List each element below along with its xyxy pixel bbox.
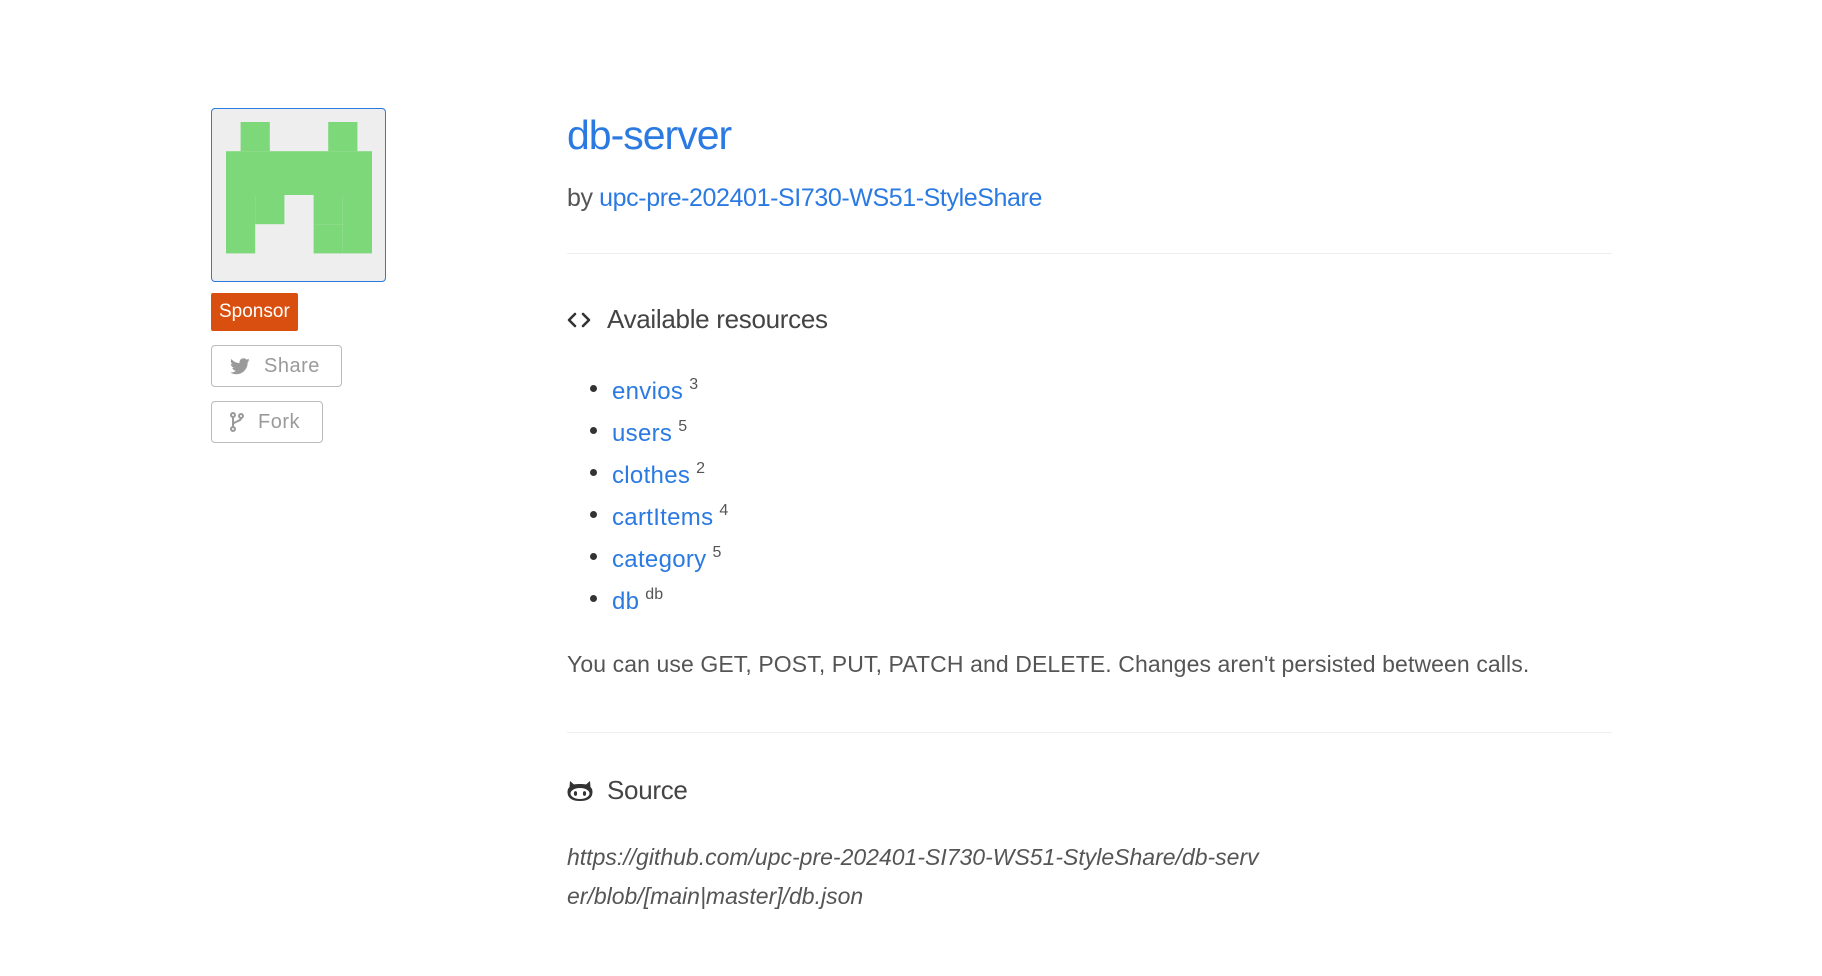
resource-count: db [645, 586, 664, 603]
divider [567, 732, 1612, 733]
resource-link-users[interactable]: users [612, 420, 672, 447]
source-heading: Source [567, 775, 1612, 806]
resource-link-cartitems[interactable]: cartItems [612, 504, 713, 531]
code-icon [567, 311, 593, 329]
resources-heading: Available resources [567, 304, 1612, 335]
fork-icon [230, 412, 244, 432]
avatar[interactable] [211, 108, 386, 282]
resource-count: 3 [689, 376, 699, 393]
fork-button[interactable]: Fork [211, 401, 323, 443]
main-content: db-server by upc-pre-202401-SI730-WS51-S… [567, 110, 1612, 916]
twitter-icon [230, 357, 250, 375]
author-link[interactable]: upc-pre-202401-SI730-WS51-StyleShare [599, 184, 1042, 212]
github-icon [567, 780, 593, 802]
source-url: https://github.com/upc-pre-202401-SI730-… [567, 844, 1259, 909]
usage-text: You can use GET, POST, PUT, PATCH and DE… [567, 651, 1530, 677]
resource-count: 2 [696, 460, 706, 477]
bullet [590, 427, 597, 434]
resource-count: 4 [719, 502, 729, 519]
divider [567, 253, 1612, 254]
resource-link-clothes[interactable]: clothes [612, 462, 690, 489]
byline-prefix: by [567, 184, 593, 212]
sidebar: Sponsor Share Fork [211, 108, 391, 443]
list-item: db db [567, 579, 1612, 621]
resource-count: 5 [678, 418, 688, 435]
resource-link-envios[interactable]: envios [612, 378, 683, 405]
list-item: category 5 [567, 537, 1612, 579]
page-title[interactable]: db-server [567, 110, 1612, 160]
bullet [590, 595, 597, 602]
resource-link-category[interactable]: category [612, 546, 706, 573]
resource-count: 5 [712, 544, 722, 561]
resource-link-db[interactable]: db [612, 588, 639, 615]
bullet [590, 553, 597, 560]
bullet [590, 385, 597, 392]
bullet [590, 469, 597, 476]
bullet [590, 511, 597, 518]
list-item: users 5 [567, 411, 1612, 453]
resource-list: envios 3 users 5 clothes 2 cartItems 4 categ… [567, 369, 1612, 621]
list-item: cartItems 4 [567, 495, 1612, 537]
share-button[interactable]: Share [211, 345, 342, 387]
share-label: Share [264, 354, 320, 377]
resources-heading-label: Available resources [607, 304, 828, 334]
source-heading-label: Source [607, 775, 688, 805]
pixel-avatar-icon [225, 122, 372, 254]
list-item: envios 3 [567, 369, 1612, 411]
sponsor-button[interactable]: Sponsor [211, 293, 298, 331]
byline: by upc-pre-202401-SI730-WS51-StyleShare [567, 184, 1612, 213]
list-item: clothes 2 [567, 453, 1612, 495]
fork-label: Fork [258, 410, 300, 433]
